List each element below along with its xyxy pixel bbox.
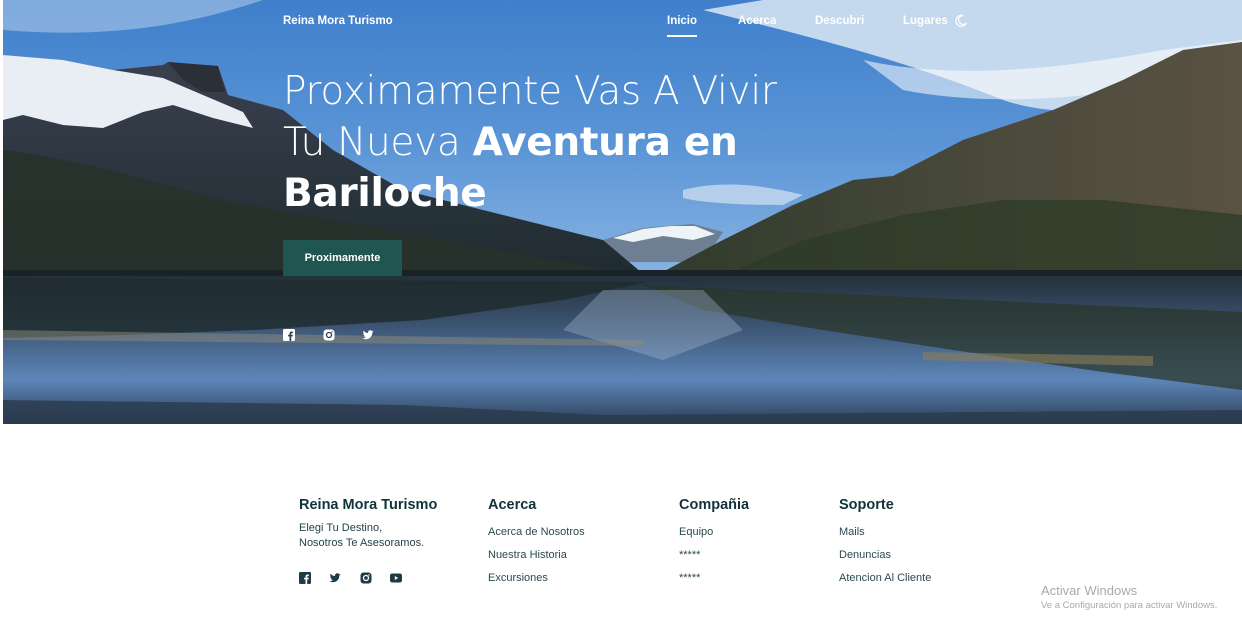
hero-title-line1: Proximamente Vas A Vivir	[283, 69, 777, 114]
nav-link-acerca[interactable]: Acerca	[738, 15, 776, 27]
facebook-icon[interactable]	[299, 572, 311, 584]
watermark-title: Activar Windows	[1041, 583, 1138, 598]
twitter-icon[interactable]	[329, 572, 341, 584]
footer-link-denuncias[interactable]: Denuncias	[839, 548, 931, 571]
hero-title: Proximamente Vas A Vivir Tu Nueva Aventu…	[283, 66, 843, 219]
hero-section: Reina Mora Turismo Inicio Acerca Descubr…	[3, 0, 1242, 424]
twitter-icon[interactable]	[362, 329, 374, 341]
instagram-icon[interactable]	[360, 572, 372, 584]
footer-link-list: Mails Denuncias Atencion Al Cliente	[839, 525, 931, 594]
facebook-icon[interactable]	[283, 329, 295, 341]
footer-social-links	[299, 572, 419, 586]
footer-link-atencion-al-cliente[interactable]: Atencion Al Cliente	[839, 571, 931, 594]
footer-column-title: Acerca	[488, 497, 537, 513]
footer-link-excursiones[interactable]: Excursiones	[488, 571, 585, 594]
footer-link-acerca-de-nosotros[interactable]: Acerca de Nosotros	[488, 525, 585, 548]
hero-title-line2-light: Tu Nueva	[283, 120, 461, 165]
hero-social-links	[3, 329, 1242, 343]
footer-link-list: Acerca de Nosotros Nuestra Historia Excu…	[488, 525, 585, 594]
footer-link-masked[interactable]: *****	[679, 548, 749, 571]
footer-column-title: Compañia	[679, 497, 750, 513]
footer-tagline-line2: Nosotros Te Asesoramos.	[299, 537, 425, 549]
footer-brand-title: Reina Mora Turismo	[299, 497, 438, 513]
windows-activation-watermark: Activar Windows Ve a Configuración para …	[1041, 583, 1217, 611]
watermark-subtitle: Ve a Configuración para activar Windows.	[1041, 600, 1218, 611]
footer-brand-column: Reina Mora Turismo Elegi Tu Destino, Nos…	[299, 497, 437, 551]
instagram-icon[interactable]	[323, 329, 335, 341]
moon-icon[interactable]	[954, 14, 968, 28]
footer-link-equipo[interactable]: Equipo	[679, 525, 749, 548]
footer-link-mails[interactable]: Mails	[839, 525, 931, 548]
footer-column-acerca: Acerca Acerca de Nosotros Nuestra Histor…	[488, 497, 585, 594]
nav-link-lugares[interactable]: Lugares	[903, 15, 948, 27]
footer-column-title: Soporte	[839, 497, 894, 513]
footer-tagline-line1: Elegi Tu Destino,	[299, 522, 383, 534]
main-nav: Inicio Acerca Descubri Lugares	[3, 15, 1242, 39]
footer-link-masked[interactable]: *****	[679, 571, 749, 594]
proximamente-button[interactable]: Proximamente	[283, 240, 402, 276]
nav-link-inicio[interactable]: Inicio	[667, 15, 698, 37]
hero-title-line3-bold: Bariloche	[283, 171, 487, 216]
nav-link-descubri[interactable]: Descubri	[815, 15, 864, 27]
footer-column-compania: Compañia Equipo ***** *****	[679, 497, 749, 594]
footer-link-nuestra-historia[interactable]: Nuestra Historia	[488, 548, 585, 571]
hero-title-line2-bold: Aventura en	[472, 120, 738, 165]
footer-link-list: Equipo ***** *****	[679, 525, 749, 594]
youtube-icon[interactable]	[390, 572, 402, 584]
footer-column-soporte: Soporte Mails Denuncias Atencion Al Clie…	[839, 497, 931, 594]
